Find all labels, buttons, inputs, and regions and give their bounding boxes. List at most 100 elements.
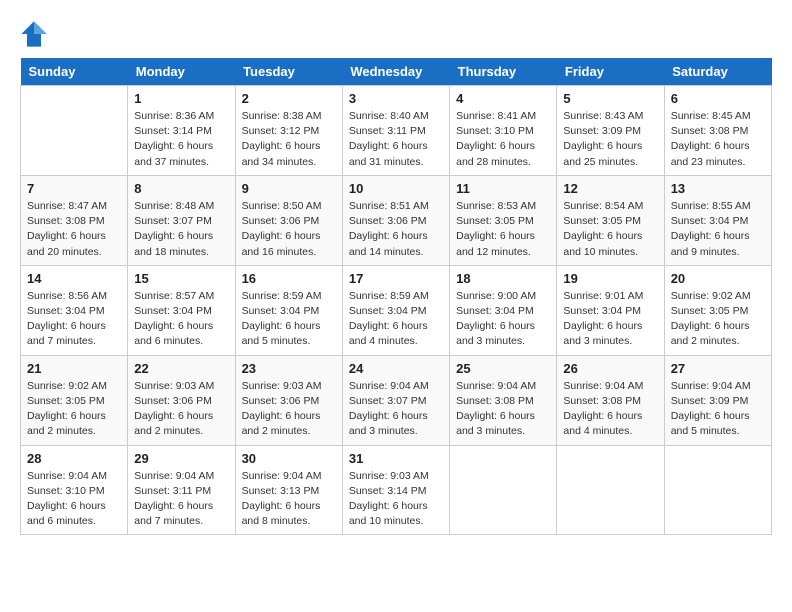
day-cell: 6 Sunrise: 8:45 AMSunset: 3:08 PMDayligh… [664, 86, 771, 176]
day-number: 26 [563, 361, 657, 376]
logo [20, 20, 52, 48]
day-cell: 2 Sunrise: 8:38 AMSunset: 3:12 PMDayligh… [235, 86, 342, 176]
day-cell: 11 Sunrise: 8:53 AMSunset: 3:05 PMDaylig… [450, 175, 557, 265]
day-cell: 12 Sunrise: 8:54 AMSunset: 3:05 PMDaylig… [557, 175, 664, 265]
day-cell: 17 Sunrise: 8:59 AMSunset: 3:04 PMDaylig… [342, 265, 449, 355]
day-number: 15 [134, 271, 228, 286]
day-cell: 20 Sunrise: 9:02 AMSunset: 3:05 PMDaylig… [664, 265, 771, 355]
day-cell: 3 Sunrise: 8:40 AMSunset: 3:11 PMDayligh… [342, 86, 449, 176]
day-info: Sunrise: 9:02 AMSunset: 3:05 PMDaylight:… [671, 289, 765, 350]
day-number: 28 [27, 451, 121, 466]
day-cell: 21 Sunrise: 9:02 AMSunset: 3:05 PMDaylig… [21, 355, 128, 445]
day-info: Sunrise: 9:03 AMSunset: 3:14 PMDaylight:… [349, 469, 443, 530]
day-cell: 30 Sunrise: 9:04 AMSunset: 3:13 PMDaylig… [235, 445, 342, 535]
day-cell: 23 Sunrise: 9:03 AMSunset: 3:06 PMDaylig… [235, 355, 342, 445]
weekday-thursday: Thursday [450, 58, 557, 86]
day-number: 1 [134, 91, 228, 106]
day-number: 10 [349, 181, 443, 196]
day-info: Sunrise: 8:50 AMSunset: 3:06 PMDaylight:… [242, 199, 336, 260]
day-number: 17 [349, 271, 443, 286]
day-cell: 22 Sunrise: 9:03 AMSunset: 3:06 PMDaylig… [128, 355, 235, 445]
day-info: Sunrise: 8:38 AMSunset: 3:12 PMDaylight:… [242, 109, 336, 170]
day-cell: 14 Sunrise: 8:56 AMSunset: 3:04 PMDaylig… [21, 265, 128, 355]
day-cell: 10 Sunrise: 8:51 AMSunset: 3:06 PMDaylig… [342, 175, 449, 265]
day-cell: 18 Sunrise: 9:00 AMSunset: 3:04 PMDaylig… [450, 265, 557, 355]
day-number: 25 [456, 361, 550, 376]
day-info: Sunrise: 9:03 AMSunset: 3:06 PMDaylight:… [242, 379, 336, 440]
day-number: 18 [456, 271, 550, 286]
logo-icon [20, 20, 48, 48]
day-info: Sunrise: 8:43 AMSunset: 3:09 PMDaylight:… [563, 109, 657, 170]
day-info: Sunrise: 8:48 AMSunset: 3:07 PMDaylight:… [134, 199, 228, 260]
day-info: Sunrise: 9:04 AMSunset: 3:10 PMDaylight:… [27, 469, 121, 530]
day-cell: 7 Sunrise: 8:47 AMSunset: 3:08 PMDayligh… [21, 175, 128, 265]
day-cell: 25 Sunrise: 9:04 AMSunset: 3:08 PMDaylig… [450, 355, 557, 445]
weekday-monday: Monday [128, 58, 235, 86]
day-cell [557, 445, 664, 535]
day-info: Sunrise: 8:51 AMSunset: 3:06 PMDaylight:… [349, 199, 443, 260]
day-cell: 27 Sunrise: 9:04 AMSunset: 3:09 PMDaylig… [664, 355, 771, 445]
day-cell [664, 445, 771, 535]
day-info: Sunrise: 9:03 AMSunset: 3:06 PMDaylight:… [134, 379, 228, 440]
day-cell: 31 Sunrise: 9:03 AMSunset: 3:14 PMDaylig… [342, 445, 449, 535]
weekday-tuesday: Tuesday [235, 58, 342, 86]
day-cell: 9 Sunrise: 8:50 AMSunset: 3:06 PMDayligh… [235, 175, 342, 265]
day-number: 19 [563, 271, 657, 286]
weekday-friday: Friday [557, 58, 664, 86]
week-row-1: 1 Sunrise: 8:36 AMSunset: 3:14 PMDayligh… [21, 86, 772, 176]
week-row-4: 21 Sunrise: 9:02 AMSunset: 3:05 PMDaylig… [21, 355, 772, 445]
day-cell: 8 Sunrise: 8:48 AMSunset: 3:07 PMDayligh… [128, 175, 235, 265]
day-info: Sunrise: 8:55 AMSunset: 3:04 PMDaylight:… [671, 199, 765, 260]
day-info: Sunrise: 8:59 AMSunset: 3:04 PMDaylight:… [242, 289, 336, 350]
day-number: 11 [456, 181, 550, 196]
day-number: 27 [671, 361, 765, 376]
day-info: Sunrise: 8:57 AMSunset: 3:04 PMDaylight:… [134, 289, 228, 350]
weekday-wednesday: Wednesday [342, 58, 449, 86]
day-info: Sunrise: 8:56 AMSunset: 3:04 PMDaylight:… [27, 289, 121, 350]
day-number: 31 [349, 451, 443, 466]
day-info: Sunrise: 8:45 AMSunset: 3:08 PMDaylight:… [671, 109, 765, 170]
day-cell: 28 Sunrise: 9:04 AMSunset: 3:10 PMDaylig… [21, 445, 128, 535]
day-number: 14 [27, 271, 121, 286]
day-cell [450, 445, 557, 535]
day-info: Sunrise: 8:59 AMSunset: 3:04 PMDaylight:… [349, 289, 443, 350]
day-info: Sunrise: 8:47 AMSunset: 3:08 PMDaylight:… [27, 199, 121, 260]
day-info: Sunrise: 8:54 AMSunset: 3:05 PMDaylight:… [563, 199, 657, 260]
week-row-2: 7 Sunrise: 8:47 AMSunset: 3:08 PMDayligh… [21, 175, 772, 265]
day-cell: 1 Sunrise: 8:36 AMSunset: 3:14 PMDayligh… [128, 86, 235, 176]
day-cell [21, 86, 128, 176]
weekday-saturday: Saturday [664, 58, 771, 86]
day-info: Sunrise: 9:04 AMSunset: 3:09 PMDaylight:… [671, 379, 765, 440]
day-number: 2 [242, 91, 336, 106]
day-number: 5 [563, 91, 657, 106]
day-info: Sunrise: 9:00 AMSunset: 3:04 PMDaylight:… [456, 289, 550, 350]
calendar-table: SundayMondayTuesdayWednesdayThursdayFrid… [20, 58, 772, 535]
day-info: Sunrise: 9:04 AMSunset: 3:13 PMDaylight:… [242, 469, 336, 530]
day-info: Sunrise: 8:40 AMSunset: 3:11 PMDaylight:… [349, 109, 443, 170]
day-number: 8 [134, 181, 228, 196]
day-cell: 29 Sunrise: 9:04 AMSunset: 3:11 PMDaylig… [128, 445, 235, 535]
day-number: 30 [242, 451, 336, 466]
page-header [20, 20, 772, 48]
day-info: Sunrise: 8:36 AMSunset: 3:14 PMDaylight:… [134, 109, 228, 170]
weekday-header-row: SundayMondayTuesdayWednesdayThursdayFrid… [21, 58, 772, 86]
day-cell: 16 Sunrise: 8:59 AMSunset: 3:04 PMDaylig… [235, 265, 342, 355]
day-number: 16 [242, 271, 336, 286]
day-info: Sunrise: 9:02 AMSunset: 3:05 PMDaylight:… [27, 379, 121, 440]
day-cell: 19 Sunrise: 9:01 AMSunset: 3:04 PMDaylig… [557, 265, 664, 355]
day-number: 24 [349, 361, 443, 376]
day-number: 29 [134, 451, 228, 466]
day-number: 23 [242, 361, 336, 376]
day-number: 6 [671, 91, 765, 106]
day-info: Sunrise: 8:41 AMSunset: 3:10 PMDaylight:… [456, 109, 550, 170]
day-number: 9 [242, 181, 336, 196]
weekday-sunday: Sunday [21, 58, 128, 86]
day-number: 3 [349, 91, 443, 106]
week-row-3: 14 Sunrise: 8:56 AMSunset: 3:04 PMDaylig… [21, 265, 772, 355]
day-cell: 24 Sunrise: 9:04 AMSunset: 3:07 PMDaylig… [342, 355, 449, 445]
day-number: 7 [27, 181, 121, 196]
day-number: 22 [134, 361, 228, 376]
day-cell: 15 Sunrise: 8:57 AMSunset: 3:04 PMDaylig… [128, 265, 235, 355]
day-info: Sunrise: 9:01 AMSunset: 3:04 PMDaylight:… [563, 289, 657, 350]
day-cell: 4 Sunrise: 8:41 AMSunset: 3:10 PMDayligh… [450, 86, 557, 176]
